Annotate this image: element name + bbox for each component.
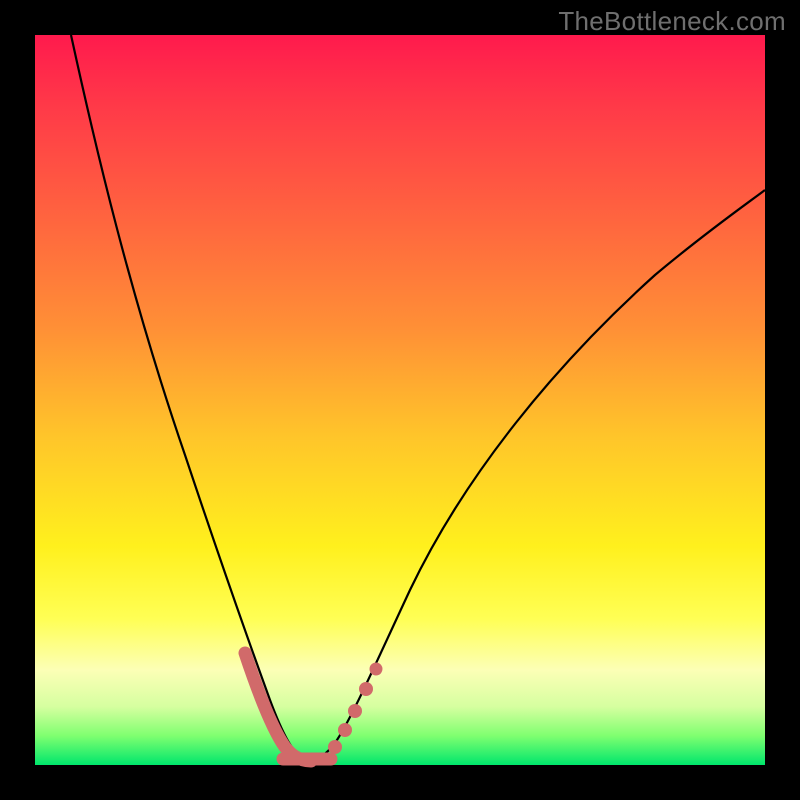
highlight-left-arm — [245, 653, 311, 761]
highlight-dot — [348, 704, 362, 718]
watermark-text: TheBottleneck.com — [558, 6, 786, 37]
highlight-dot — [338, 723, 352, 737]
plot-area — [35, 35, 765, 765]
highlight-dot — [328, 740, 342, 754]
bottleneck-curve — [71, 35, 765, 760]
chart-frame: TheBottleneck.com — [0, 0, 800, 800]
highlight-dot — [359, 682, 373, 696]
highlight-dot — [370, 663, 383, 676]
curve-layer — [35, 35, 765, 765]
